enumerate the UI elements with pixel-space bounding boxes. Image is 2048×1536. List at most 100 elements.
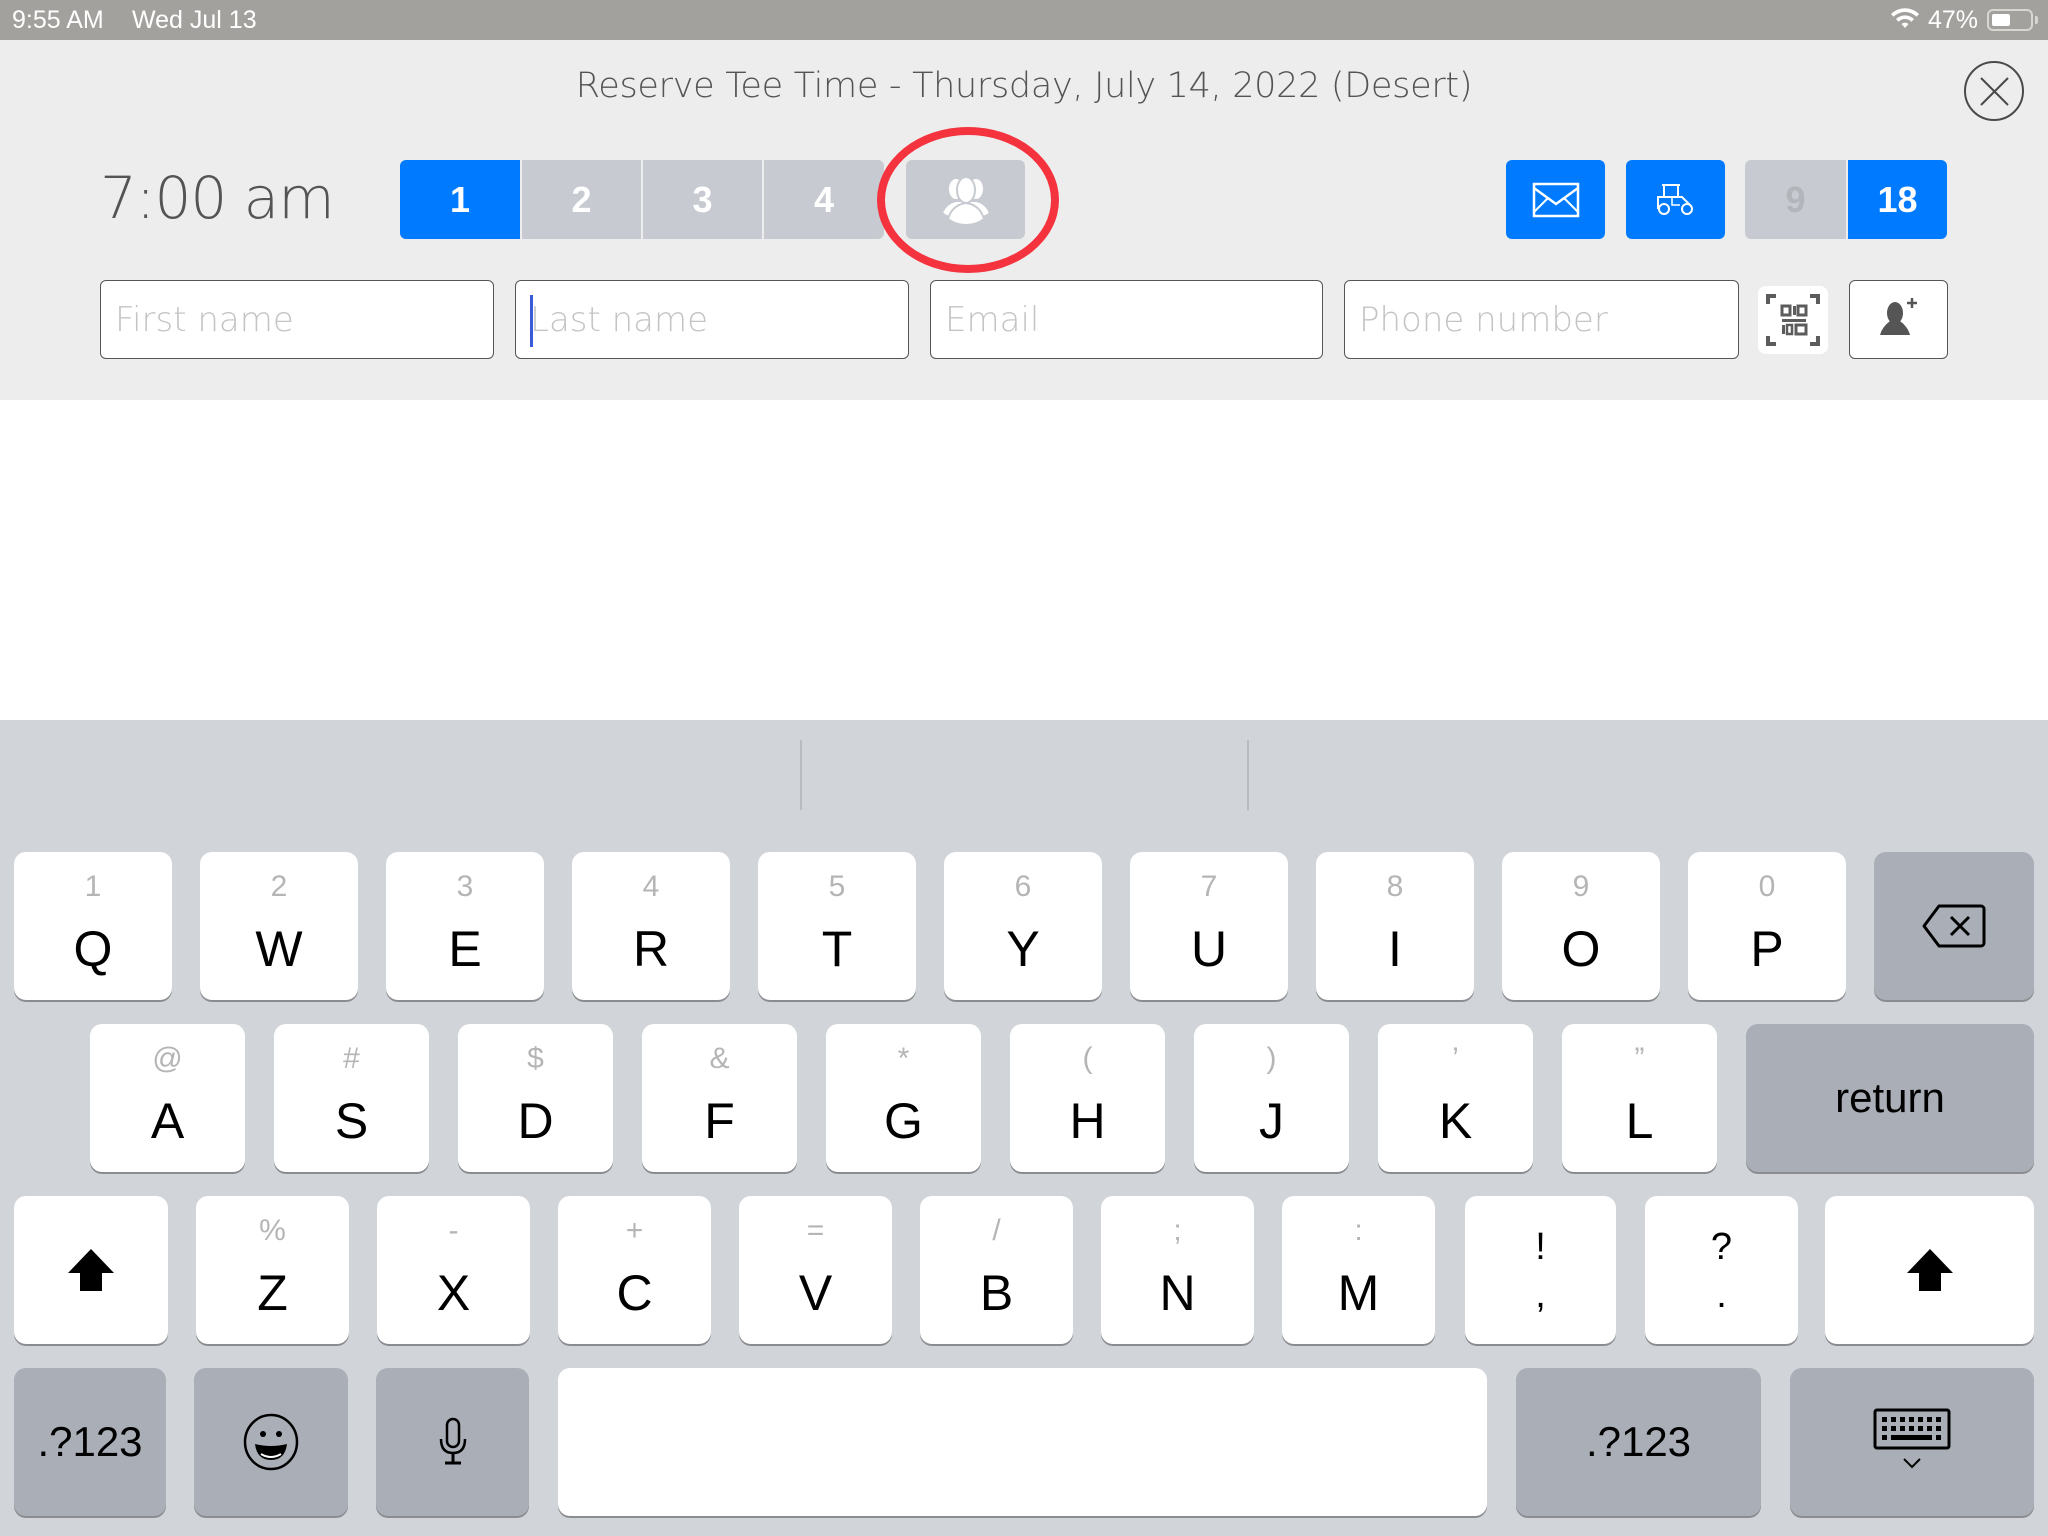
exclamation-comma-key[interactable]: ! , <box>1465 1196 1616 1344</box>
key-n[interactable]: ; N <box>1101 1196 1254 1344</box>
onscreen-keyboard: return ! , ? . .?123 .?123 1 Q 2 W 3 E 4… <box>0 720 2048 1536</box>
status-bar: 9:55 AM Wed Jul 13 47% <box>0 0 2048 40</box>
key-bottom-char: . <box>1716 1274 1727 1316</box>
suggestion-divider <box>800 740 802 810</box>
key-letter: P <box>1750 921 1784 977</box>
wifi-icon <box>1891 8 1919 28</box>
key-d[interactable]: $ D <box>458 1024 613 1172</box>
key-alt-char: ) <box>1266 1042 1277 1075</box>
phone-input[interactable] <box>1345 281 1738 358</box>
phone-field <box>1344 280 1739 359</box>
key-w[interactable]: 2W <box>200 852 358 1000</box>
close-button[interactable] <box>1964 61 2024 121</box>
qr-code-scan-icon <box>1766 294 1820 346</box>
key-o[interactable]: 9O <box>1502 852 1660 1000</box>
key-letter: B <box>979 1265 1014 1321</box>
email-input[interactable] <box>931 281 1322 358</box>
key-letter: N <box>1159 1265 1196 1321</box>
envelope-icon <box>1532 182 1579 217</box>
players-1-button[interactable]: 1 <box>400 160 520 239</box>
players-2-button[interactable]: 2 <box>522 160 641 239</box>
key-x[interactable]: -X <box>377 1196 530 1344</box>
return-label: return <box>1835 1074 1945 1121</box>
first-name-input[interactable] <box>101 281 493 358</box>
key-u[interactable]: 7U <box>1130 852 1288 1000</box>
close-icon <box>1980 77 2009 106</box>
key-letter: R <box>632 921 670 977</box>
key-alt-char: ; <box>1173 1214 1182 1247</box>
numbers-key-right[interactable]: .?123 <box>1516 1368 1761 1516</box>
key-h[interactable]: (H <box>1010 1024 1165 1172</box>
key-k[interactable]: ’ K <box>1378 1024 1533 1172</box>
content-area <box>0 400 2048 720</box>
backspace-key[interactable] <box>1874 852 2034 1000</box>
status-date: Wed Jul 13 <box>132 6 257 34</box>
key-letter: U <box>1190 921 1228 977</box>
last-name-input[interactable] <box>516 281 908 358</box>
key-letter: J <box>1259 1093 1284 1149</box>
key-p[interactable]: 0P <box>1688 852 1846 1000</box>
holes-18-button[interactable]: 18 <box>1848 160 1947 239</box>
key-letter: F <box>704 1093 735 1149</box>
add-player-button[interactable] <box>1849 280 1948 359</box>
suggestion-divider <box>1247 740 1249 810</box>
key-alt-char: ( <box>1082 1042 1093 1075</box>
key-letter: C <box>616 1265 653 1321</box>
dismiss-keyboard-key[interactable] <box>1790 1368 2034 1516</box>
players-4-button[interactable]: 4 <box>764 160 884 239</box>
key-letter: T <box>821 921 853 977</box>
key-v[interactable]: = V <box>739 1196 892 1344</box>
key-s[interactable]: # S <box>274 1024 429 1172</box>
key-letter: G <box>884 1093 923 1149</box>
key-letter: K <box>1438 1093 1473 1149</box>
key-letter: V <box>798 1265 833 1321</box>
key-alt-char: ” <box>1634 1042 1645 1075</box>
key-letter: H <box>1069 1093 1106 1149</box>
tee-time: 7:00 am <box>100 164 335 232</box>
key-q[interactable]: 1Q <box>14 852 172 1000</box>
group-button[interactable] <box>906 160 1025 239</box>
key-alt-char: 2 <box>270 870 288 903</box>
qr-scan-button[interactable] <box>1758 286 1828 354</box>
key-y[interactable]: 6Y <box>944 852 1102 1000</box>
key-alt-char: 9 <box>1572 870 1590 903</box>
question-period-key[interactable]: ? . <box>1645 1196 1798 1344</box>
key-letter: I <box>1388 921 1402 977</box>
key-letter: S <box>334 1093 369 1149</box>
key-alt-char: + <box>625 1214 644 1247</box>
cart-button[interactable] <box>1626 160 1725 239</box>
numbers-key-left[interactable]: .?123 <box>14 1368 166 1516</box>
key-l[interactable]: ” L <box>1562 1024 1717 1172</box>
key-alt-char: - <box>448 1214 459 1247</box>
emoji-key[interactable] <box>194 1368 348 1516</box>
key-a[interactable]: @ A <box>90 1024 245 1172</box>
players-3-button[interactable]: 3 <box>643 160 762 239</box>
key-z[interactable]: % Z <box>196 1196 349 1344</box>
key-g[interactable]: * G <box>826 1024 981 1172</box>
key-alt-char: 7 <box>1200 870 1218 903</box>
key-letter: W <box>255 921 303 977</box>
battery-percent: 47% <box>1928 6 1979 34</box>
email-button[interactable] <box>1506 160 1605 239</box>
dictation-key[interactable] <box>376 1368 529 1516</box>
holes-9-button[interactable]: 9 <box>1745 160 1846 239</box>
key-j[interactable]: ) J <box>1194 1024 1349 1172</box>
space-key[interactable] <box>558 1368 1487 1516</box>
key-t[interactable]: 5T <box>758 852 916 1000</box>
key-alt-char: / <box>992 1214 1001 1247</box>
key-alt-char: 6 <box>1014 870 1032 903</box>
key-alt-char: 0 <box>1758 870 1776 903</box>
key-e[interactable]: 3E <box>386 852 544 1000</box>
key-b[interactable]: / B <box>920 1196 1073 1344</box>
microphone-icon <box>439 1417 466 1465</box>
key-m[interactable]: :M <box>1282 1196 1435 1344</box>
left-shift-key[interactable] <box>14 1196 168 1344</box>
right-shift-key[interactable] <box>1825 1196 2034 1344</box>
key-f[interactable]: & F <box>642 1024 797 1172</box>
key-top-char: ! <box>1535 1226 1546 1268</box>
key-i[interactable]: 8I <box>1316 852 1474 1000</box>
return-key[interactable]: return <box>1746 1024 2034 1172</box>
key-c[interactable]: + C <box>558 1196 711 1344</box>
key-alt-char: 1 <box>84 870 102 903</box>
key-r[interactable]: 4R <box>572 852 730 1000</box>
